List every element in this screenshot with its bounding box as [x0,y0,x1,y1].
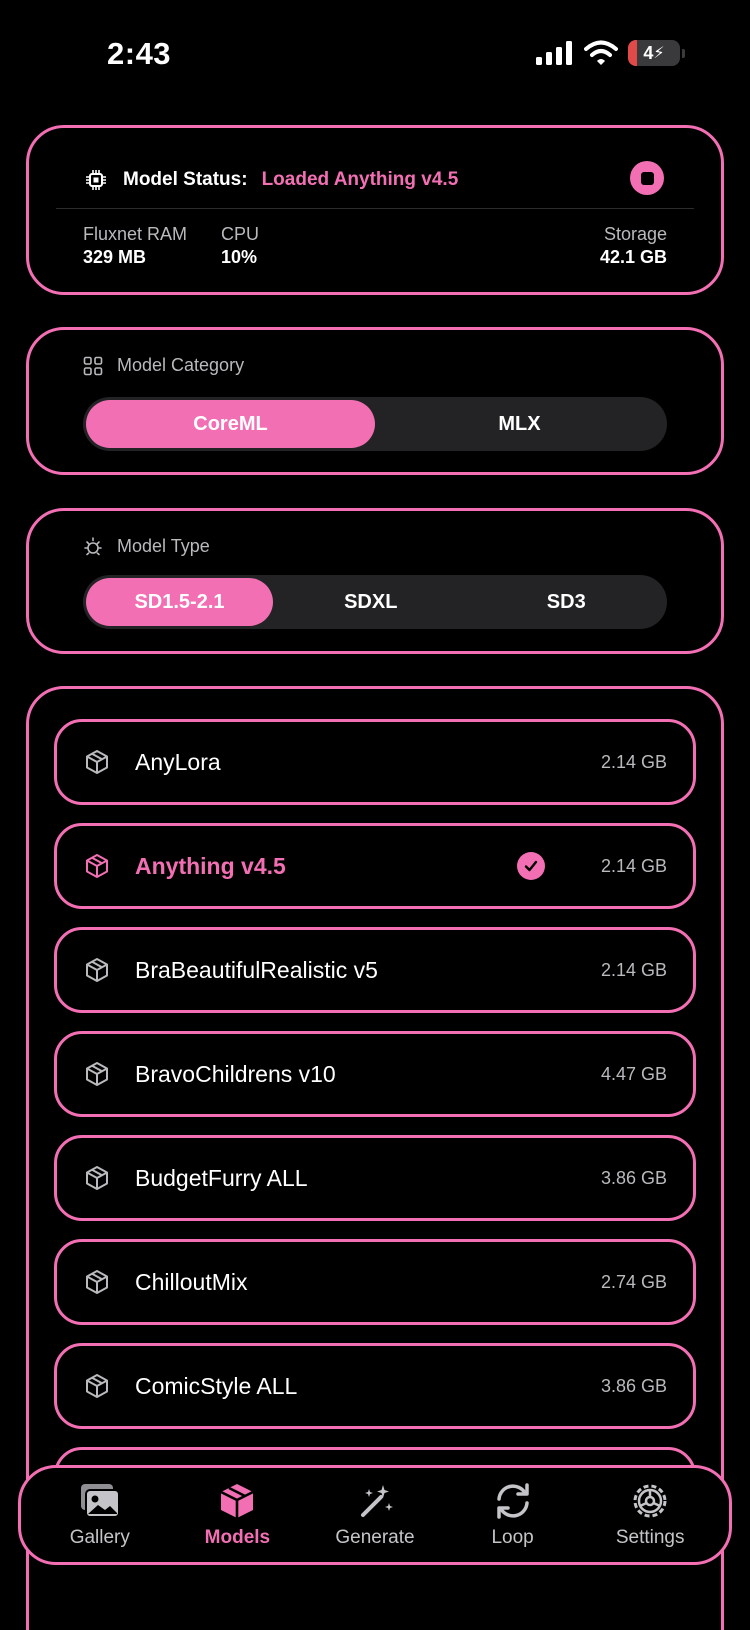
segment-sd15[interactable]: SD1.5-2.1 [86,578,273,626]
tab-gallery[interactable]: Gallery [35,1481,165,1549]
model-size: 2.74 GB [600,1271,667,1292]
magic-wand-icon [360,1485,393,1517]
model-row-brabeautifulrealistic[interactable]: BraBeautifulRealistic v5 2.14 GB [54,927,696,1013]
model-category-header: Model Category [83,355,244,376]
tab-generate[interactable]: Generate [310,1481,440,1549]
segment-mlx[interactable]: MLX [375,400,664,448]
model-type-segmented-control: SD1.5-2.1 SDXL SD3 [83,575,667,629]
model-status-row: Model Status: Loaded Anything v4.5 [85,164,665,196]
cube-icon [86,958,108,982]
cube-icon [86,1374,108,1398]
battery-level: 4 [643,42,654,63]
tab-settings[interactable]: Settings [585,1481,715,1549]
tab-models[interactable]: Models [172,1481,302,1549]
model-name: BudgetFurry ALL [135,1164,308,1191]
loop-icon [496,1483,529,1519]
divider [56,208,694,209]
model-size: 3.86 GB [600,1375,667,1396]
model-type-header: Model Type [83,536,210,557]
stat-cpu-value: 10% [221,247,258,267]
model-name: BraBeautifulRealistic v5 [135,956,378,983]
cube-icon [86,854,108,878]
model-category-card: Model Category CoreML MLX [26,327,724,475]
tab-label: Settings [615,1527,685,1548]
chip-icon [86,170,106,190]
model-name: BravoChildrens v10 [135,1060,336,1087]
model-size: 3.86 GB [600,1167,667,1188]
stat-cpu-label: CPU [221,224,260,244]
tab-label: Loop [491,1527,534,1548]
model-row-bravochildrens[interactable]: BravoChildrens v10 4.47 GB [54,1031,696,1117]
model-size: 2.14 GB [600,751,667,772]
model-size: 2.14 GB [600,855,667,876]
grid-icon [83,356,103,375]
model-list: AnyLora 2.14 GB Anything v4.5 2.14 GB Br… [54,719,696,1551]
stop-model-button[interactable] [630,161,664,195]
stat-storage-label: Storage [603,224,667,244]
sparkle-sun-icon [84,536,102,555]
gallery-icon [80,1484,120,1518]
model-name: Anything v4.5 [135,852,286,879]
model-row-comicstyle[interactable]: ComicStyle ALL 3.86 GB [54,1343,696,1429]
gear-icon [633,1484,667,1518]
model-status-value: Loaded Anything v4.5 [261,169,459,190]
cube-icon [86,750,108,774]
tab-loop[interactable]: Loop [448,1481,578,1549]
model-status-card: Model Status: Loaded Anything v4.5 Fluxn… [26,125,724,295]
stat-storage: Storage 42.1 GB [600,224,667,268]
model-name: AnyLora [135,748,221,775]
stat-cpu: CPU 10% [221,224,259,268]
cube-icon [86,1062,108,1086]
model-status-label: Model Status: [123,169,248,190]
segment-sdxl[interactable]: SDXL [273,578,469,626]
model-size: 2.14 GB [600,959,667,980]
wifi-icon [584,40,618,65]
stat-ram: Fluxnet RAM 329 MB [83,224,187,268]
model-category-title: Model Category [117,355,245,375]
model-row-budgetfurry[interactable]: BudgetFurry ALL 3.86 GB [54,1135,696,1221]
cellular-signal-icon [536,41,572,65]
stat-storage-value: 42.1 GB [599,247,667,267]
cube-icon [86,1270,108,1294]
model-type-title: Model Type [117,536,210,556]
tab-label: Generate [335,1527,415,1548]
cube-icon [220,1484,254,1518]
cube-icon [86,1166,108,1190]
status-icons: 4 ⚡ [536,40,685,66]
model-row-anything-v45[interactable]: Anything v4.5 2.14 GB [54,823,696,909]
model-size: 4.47 GB [600,1063,667,1084]
stop-icon [640,171,654,185]
model-row-chilloutmix[interactable]: ChilloutMix 2.74 GB [54,1239,696,1325]
tab-label: Models [204,1527,271,1548]
model-category-segmented-control: CoreML MLX [83,397,667,451]
stat-ram-value: 329 MB [83,247,147,267]
stat-ram-label: Fluxnet RAM [83,224,188,244]
status-time: 2:43 [107,36,172,71]
segment-sd3[interactable]: SD3 [469,578,665,626]
selected-checkmark-icon [516,852,545,880]
model-type-card: Model Type SD1.5-2.1 SDXL SD3 [26,508,724,654]
status-bar: 2:43 4 ⚡ [0,0,750,100]
model-name: ComicStyle ALL [135,1372,298,1399]
model-row-anylora[interactable]: AnyLora 2.14 GB [54,719,696,805]
segment-coreml[interactable]: CoreML [86,400,375,448]
tab-label: Gallery [69,1527,130,1548]
tab-bar: Gallery Models Generate Loop Settings [18,1465,732,1565]
battery-icon: 4 ⚡ [628,40,685,66]
model-name: ChilloutMix [135,1268,248,1295]
